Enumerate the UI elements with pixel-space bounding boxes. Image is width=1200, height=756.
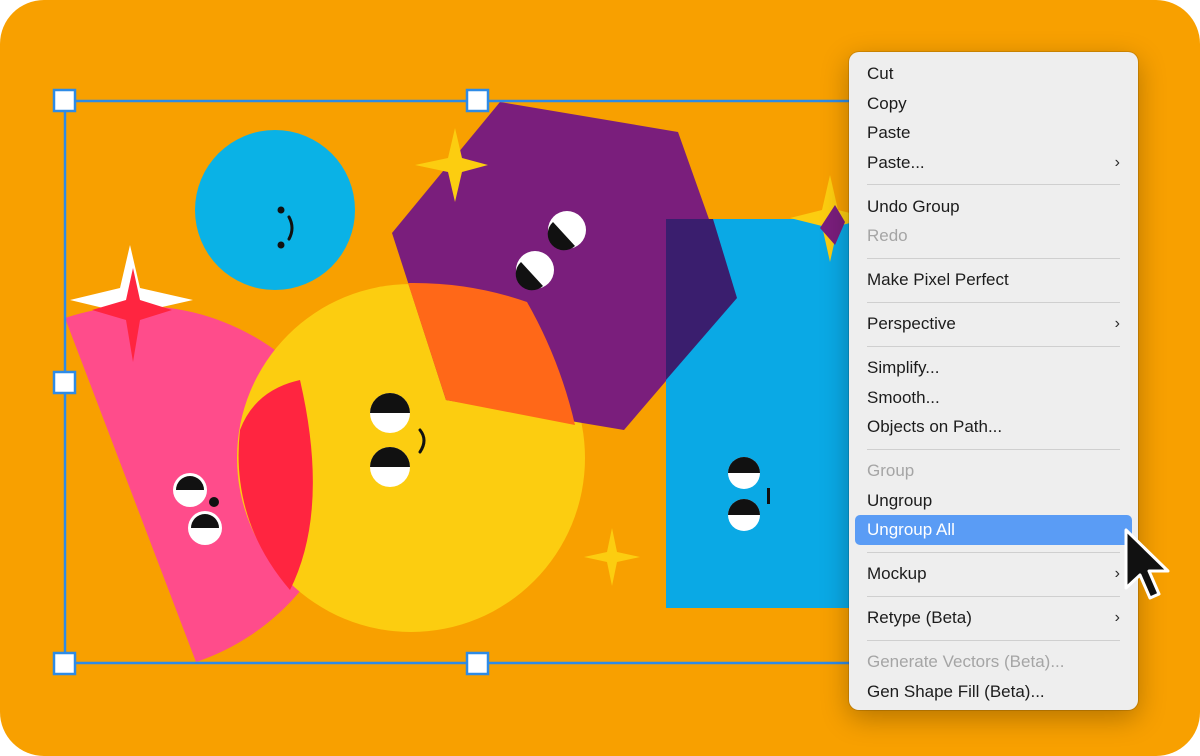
menu-item-paste[interactable]: Paste [849, 118, 1138, 148]
menu-item-label: Generate Vectors (Beta)... [867, 652, 1065, 671]
menu-item-label: Paste [867, 123, 911, 142]
menu-item-retype[interactable]: Retype (Beta) › [849, 603, 1138, 633]
menu-item-make-pixel-perfect[interactable]: Make Pixel Perfect [849, 265, 1138, 295]
menu-separator [867, 639, 1120, 641]
menu-item-label: Ungroup [867, 490, 933, 510]
menu-separator [867, 551, 1120, 553]
menu-item-group: Group [849, 456, 1138, 486]
menu-item-label: Smooth... [867, 387, 940, 407]
menu-item-redo: Redo [849, 221, 1138, 251]
menu-item-gen-shape-fill[interactable]: Gen Shape Fill (Beta)... [849, 677, 1138, 707]
arrow-pointer-icon [1124, 528, 1170, 600]
menu-item-objects-on-path[interactable]: Objects on Path... [849, 412, 1138, 442]
menu-item-copy[interactable]: Copy [849, 89, 1138, 119]
menu-item-label: Undo Group [867, 196, 960, 216]
menu-item-undo-group[interactable]: Undo Group [849, 192, 1138, 222]
menu-item-label: Perspective [867, 314, 956, 333]
menu-item-paste-submenu[interactable]: Paste... › [849, 148, 1138, 178]
menu-item-label: Group [867, 461, 915, 480]
context-menu: Cut Copy Paste Paste... › Undo Group Redo… [849, 52, 1138, 710]
menu-item-label: Ungroup All [867, 520, 955, 539]
menu-item-ungroup[interactable]: Ungroup [849, 486, 1138, 516]
menu-item-simplify[interactable]: Simplify... [849, 353, 1138, 383]
menu-separator [867, 184, 1120, 185]
menu-separator [867, 345, 1120, 347]
menu-separator [867, 448, 1120, 450]
selection-handle-bottom-left[interactable] [52, 651, 77, 676]
menu-item-perspective[interactable]: Perspective › [849, 309, 1138, 339]
selection-handle-middle-left[interactable] [52, 370, 77, 395]
chevron-right-icon: › [1114, 315, 1120, 332]
menu-separator [867, 257, 1120, 259]
menu-item-label: Cut [867, 64, 894, 83]
blue-circle-shape[interactable] [195, 130, 355, 290]
menu-item-label: Redo [867, 226, 908, 245]
menu-item-label: Simplify... [867, 358, 940, 377]
menu-separator [867, 301, 1120, 303]
selection-handle-top-center[interactable] [465, 88, 490, 113]
menu-item-label: Gen Shape Fill (Beta)... [867, 681, 1045, 701]
menu-item-generate-vectors: Generate Vectors (Beta)... [849, 647, 1138, 677]
chevron-right-icon: › [1114, 565, 1120, 582]
menu-item-label: Paste... [867, 152, 925, 172]
menu-item-label: Retype (Beta) [867, 608, 972, 627]
menu-item-label: Objects on Path... [867, 417, 1003, 436]
menu-item-label: Mockup [867, 564, 927, 583]
menu-item-mockup[interactable]: Mockup › [849, 559, 1138, 589]
menu-item-label: Copy [867, 93, 907, 113]
menu-item-cut[interactable]: Cut [849, 59, 1138, 89]
selection-handle-bottom-center[interactable] [465, 651, 490, 676]
menu-separator [867, 595, 1120, 597]
menu-item-ungroup-all[interactable]: Ungroup All [855, 515, 1132, 545]
chevron-right-icon: › [1114, 153, 1120, 171]
selection-handle-top-left[interactable] [52, 88, 77, 113]
artboard-canvas[interactable]: Cut Copy Paste Paste... › Undo Group Redo… [0, 0, 1200, 756]
menu-item-smooth[interactable]: Smooth... [849, 383, 1138, 413]
menu-item-label: Make Pixel Perfect [867, 270, 1009, 289]
chevron-right-icon: › [1114, 609, 1120, 626]
